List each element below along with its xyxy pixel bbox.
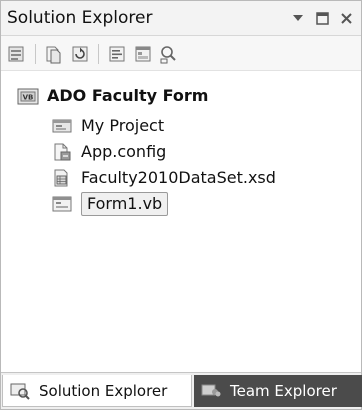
my-project-icon: [51, 115, 73, 137]
tree-item-my-project[interactable]: My Project: [51, 113, 164, 139]
window-controls: [289, 8, 355, 28]
vb-project-icon: VB: [17, 85, 39, 107]
tree-item-label: My Project: [81, 116, 165, 135]
tree-item-form1[interactable]: Form1.vb: [51, 191, 169, 217]
svg-text:VB: VB: [23, 94, 34, 102]
toolbar-separator: [98, 44, 99, 64]
tree-item-label: App.config: [81, 142, 167, 161]
title-bar: Solution Explorer: [1, 1, 361, 36]
tree-root-project[interactable]: VB ADO Faculty Form: [17, 83, 208, 109]
tree-item-label: Form1.vb: [81, 192, 169, 216]
tab-team-explorer[interactable]: Team Explorer: [194, 375, 362, 407]
show-all-files-icon[interactable]: [43, 43, 65, 65]
close-icon[interactable]: [337, 9, 355, 27]
bottom-tab-strip: Solution Explorer Team Explorer: [1, 372, 362, 409]
refresh-icon[interactable]: [69, 43, 91, 65]
solution-explorer-icon: [9, 380, 31, 402]
tab-label: Team Explorer: [230, 382, 337, 400]
dataset-icon: [51, 167, 73, 189]
solution-explorer-panel: Solution Explorer VB ADO Faculty Form My…: [0, 0, 362, 410]
toolbar: [1, 36, 361, 71]
form-icon: [51, 193, 73, 215]
view-designer-icon[interactable]: [132, 43, 154, 65]
tree-item-app-config[interactable]: App.config: [51, 139, 166, 165]
panel-title: Solution Explorer: [7, 8, 153, 28]
tree-item-label: Faculty2010DataSet.xsd: [81, 168, 276, 187]
config-file-icon: [51, 141, 73, 163]
view-class-diagram-icon[interactable]: [158, 43, 180, 65]
properties-icon[interactable]: [6, 43, 28, 65]
view-code-icon[interactable]: [106, 43, 128, 65]
project-name: ADO Faculty Form: [47, 86, 209, 105]
maximize-icon[interactable]: [313, 9, 331, 27]
toolbar-separator: [35, 44, 36, 64]
tab-label: Solution Explorer: [39, 381, 168, 400]
tree-item-dataset[interactable]: Faculty2010DataSet.xsd: [51, 165, 276, 191]
tab-solution-explorer[interactable]: Solution Explorer: [2, 375, 192, 407]
dropdown-arrow-icon[interactable]: [289, 9, 307, 27]
team-explorer-icon: [200, 380, 222, 402]
